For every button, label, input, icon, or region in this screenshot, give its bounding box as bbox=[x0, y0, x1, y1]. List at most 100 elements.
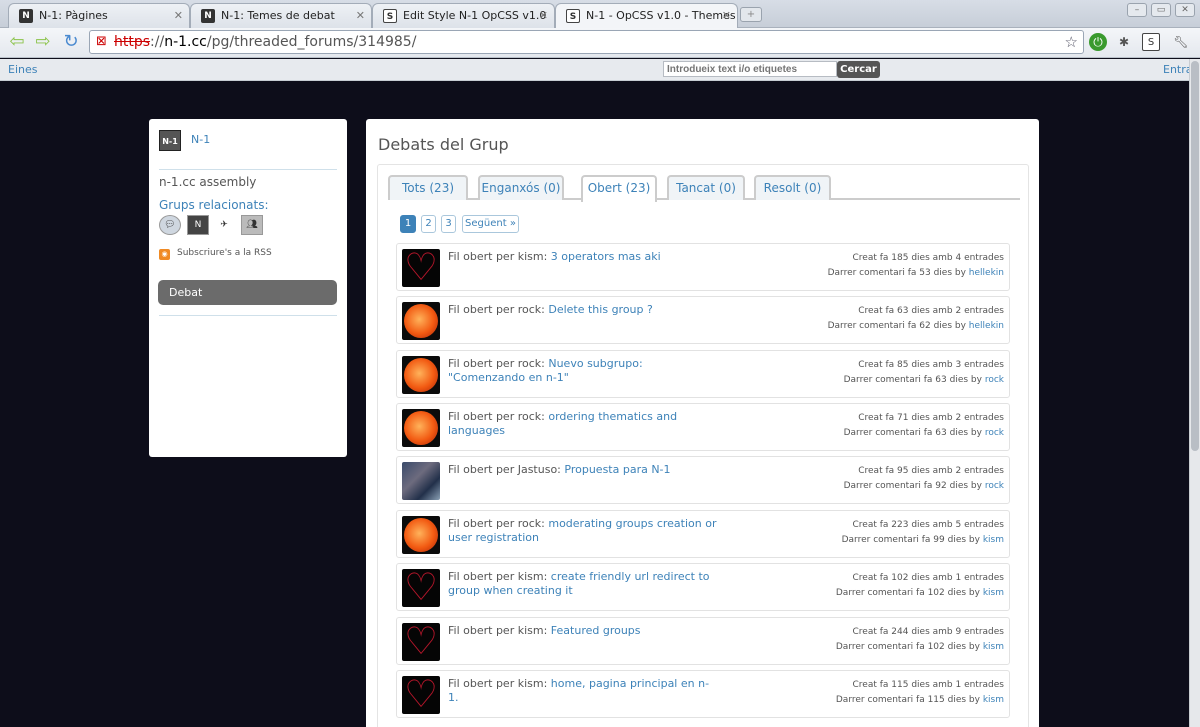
last-comment-user-link[interactable]: rock bbox=[985, 428, 1004, 438]
browser-tab-title: Edit Style N-1 OpCSS v1.0 bbox=[403, 9, 547, 22]
extension-power-icon[interactable]: ⏻ bbox=[1089, 33, 1107, 51]
user-avatar[interactable] bbox=[402, 516, 440, 554]
stylish-favicon-icon: S bbox=[383, 9, 397, 23]
stylish-extension-icon[interactable]: S bbox=[1142, 33, 1160, 51]
topic-row[interactable]: Fil obert per rock: Nuevo subgrupo: "Com… bbox=[396, 350, 1010, 398]
bookmark-star-icon[interactable]: ☆ bbox=[1065, 31, 1078, 53]
search-input[interactable] bbox=[663, 61, 837, 77]
topic-opener: Fil obert per rock: bbox=[448, 517, 549, 530]
topic-row[interactable]: Fil obert per kism: home, pagina princip… bbox=[396, 670, 1010, 718]
search-button[interactable]: Cercar bbox=[837, 61, 880, 78]
tab-open[interactable]: Obert (23) bbox=[581, 175, 657, 202]
tab-sticky[interactable]: Enganxós (0) bbox=[478, 175, 564, 200]
last-comment-user-link[interactable]: hellekin bbox=[969, 321, 1004, 331]
topic-meta: Creat fa 95 dies amb 2 entrades Darrer co… bbox=[844, 464, 1004, 494]
last-comment-text: Darrer comentari fa 53 dies by bbox=[827, 268, 969, 278]
last-comment-user-link[interactable]: kism bbox=[983, 642, 1004, 652]
last-comment-user-link[interactable]: rock bbox=[985, 375, 1004, 385]
topic-row[interactable]: Fil obert per kism: 3 operators mas aki C… bbox=[396, 243, 1010, 291]
topic-last-comment: Darrer comentari fa 102 dies by kism bbox=[836, 640, 1004, 655]
close-icon[interactable]: ✕ bbox=[722, 9, 731, 22]
topic-last-comment: Darrer comentari fa 53 dies by hellekin bbox=[828, 266, 1004, 281]
reload-icon[interactable]: ↻ bbox=[61, 31, 81, 53]
rss-icon[interactable]: ◉ bbox=[159, 249, 170, 260]
browser-tab-title: N-1 - OpCSS v1.0 - Themes bbox=[586, 9, 736, 22]
wrench-icon[interactable]: 🔧︎ bbox=[1172, 33, 1190, 51]
last-comment-user-link[interactable]: kism bbox=[983, 588, 1004, 598]
topic-title-link[interactable]: Featured groups bbox=[551, 624, 641, 637]
minimize-button[interactable]: – bbox=[1127, 3, 1147, 17]
topic-opener: Fil obert per rock: bbox=[448, 303, 549, 316]
last-comment-text: Darrer comentari fa 102 dies by bbox=[835, 588, 983, 598]
close-window-button[interactable]: ✕ bbox=[1175, 3, 1195, 17]
group-sidebar: N-1 N-1 n-1.cc assembly Grups relacionat… bbox=[149, 119, 347, 457]
topic-row[interactable]: Fil obert per Jastuso: Propuesta para N-… bbox=[396, 456, 1010, 504]
page-3-button[interactable]: 3 bbox=[441, 215, 456, 233]
user-avatar[interactable] bbox=[402, 623, 440, 661]
user-avatar[interactable] bbox=[402, 676, 440, 714]
user-avatar[interactable] bbox=[402, 302, 440, 340]
user-avatar[interactable] bbox=[402, 356, 440, 394]
topic-row[interactable]: Fil obert per rock: ordering thematics a… bbox=[396, 403, 1010, 451]
last-comment-text: Darrer comentari fa 92 dies by bbox=[843, 481, 985, 491]
close-icon[interactable]: ✕ bbox=[174, 9, 183, 22]
topic-last-comment: Darrer comentari fa 92 dies by rock bbox=[844, 479, 1004, 494]
browser-tab-themes[interactable]: S N-1 - OpCSS v1.0 - Themes ✕ bbox=[555, 3, 738, 28]
user-avatar[interactable] bbox=[402, 409, 440, 447]
last-comment-user-link[interactable]: kism bbox=[983, 535, 1004, 545]
browser-tab-edit-style[interactable]: S Edit Style N-1 OpCSS v1.0 ✕ bbox=[372, 3, 555, 28]
tab-closed[interactable]: Tancat (0) bbox=[667, 175, 745, 200]
browser-tab-temes[interactable]: N N-1: Temes de debat ✕ bbox=[190, 3, 372, 28]
last-comment-text: Darrer comentari fa 63 dies by bbox=[843, 375, 985, 385]
scrollbar-thumb[interactable] bbox=[1191, 61, 1199, 451]
page-1-button[interactable]: 1 bbox=[400, 215, 416, 233]
tools-link[interactable]: Eines bbox=[8, 63, 37, 76]
extension-bug-icon[interactable]: ✱ bbox=[1115, 33, 1133, 51]
topic-opener: Fil obert per kism: bbox=[448, 250, 551, 263]
user-avatar[interactable] bbox=[402, 462, 440, 500]
related-groups-label: Grups relacionats: bbox=[159, 198, 269, 212]
topic-title-link[interactable]: Delete this group ? bbox=[548, 303, 653, 316]
group-logo[interactable]: N-1 bbox=[159, 130, 181, 151]
close-icon[interactable]: ✕ bbox=[539, 9, 548, 22]
address-bar[interactable]: ⊠ https://n-1.cc/pg/threaded_forums/3149… bbox=[89, 30, 1084, 54]
related-group-n1-icon[interactable]: N bbox=[187, 215, 209, 235]
topic-row[interactable]: Fil obert per rock: moderating groups cr… bbox=[396, 510, 1010, 558]
last-comment-text: Darrer comentari fa 115 dies by bbox=[835, 695, 983, 705]
new-tab-button[interactable]: + bbox=[740, 7, 762, 22]
related-group-people-icon[interactable]: 👥︎ bbox=[241, 215, 263, 235]
user-avatar[interactable] bbox=[402, 249, 440, 287]
topic-text: Fil obert per rock: Nuevo subgrupo: "Com… bbox=[448, 357, 718, 385]
close-icon[interactable]: ✕ bbox=[356, 9, 365, 22]
topic-created: Creat fa 244 dies amb 9 entrades bbox=[852, 627, 1004, 637]
topic-row[interactable]: Fil obert per rock: Delete this group ? C… bbox=[396, 296, 1010, 344]
topic-created: Creat fa 85 dies amb 3 entrades bbox=[858, 360, 1004, 370]
group-description: n-1.cc assembly bbox=[159, 175, 257, 189]
related-group-speech-icon[interactable]: 💬︎ bbox=[159, 215, 181, 235]
last-comment-user-link[interactable]: rock bbox=[985, 481, 1004, 491]
topic-last-comment: Darrer comentari fa 62 dies by hellekin bbox=[828, 319, 1004, 334]
topic-meta: Creat fa 115 dies amb 1 entrades Darrer c… bbox=[836, 678, 1004, 708]
group-name-link[interactable]: N-1 bbox=[191, 133, 210, 146]
page-title: Debats del Grup bbox=[378, 135, 509, 154]
rss-subscribe-link[interactable]: Subscriure's a la RSS bbox=[177, 248, 272, 258]
last-comment-user-link[interactable]: hellekin bbox=[969, 268, 1004, 278]
page-2-button[interactable]: 2 bbox=[421, 215, 436, 233]
topic-title-link[interactable]: 3 operators mas aki bbox=[551, 250, 661, 263]
back-arrow-icon[interactable]: ⇦ bbox=[7, 31, 27, 53]
page-scrollbar[interactable] bbox=[1189, 59, 1200, 727]
forward-arrow-icon[interactable]: ⇨ bbox=[33, 31, 53, 53]
tab-resolved[interactable]: Resolt (0) bbox=[754, 175, 831, 200]
topic-row[interactable]: Fil obert per kism: Featured groups Creat… bbox=[396, 617, 1010, 665]
browser-tab-pagines[interactable]: N N-1: Pàgines ✕ bbox=[8, 3, 190, 28]
maximize-button[interactable]: ▭ bbox=[1151, 3, 1171, 17]
debate-menu-button[interactable]: Debat bbox=[158, 280, 337, 305]
next-page-button[interactable]: Següent » bbox=[462, 215, 519, 233]
last-comment-user-link[interactable]: kism bbox=[983, 695, 1004, 705]
tab-all[interactable]: Tots (23) bbox=[388, 175, 468, 200]
topic-title-link[interactable]: Propuesta para N-1 bbox=[564, 463, 670, 476]
related-group-bird-icon[interactable]: ✈ bbox=[213, 215, 235, 235]
topic-row[interactable]: Fil obert per kism: create friendly url … bbox=[396, 563, 1010, 611]
user-avatar[interactable] bbox=[402, 569, 440, 607]
topic-meta: Creat fa 185 dies amb 4 entrades Darrer c… bbox=[828, 251, 1004, 281]
